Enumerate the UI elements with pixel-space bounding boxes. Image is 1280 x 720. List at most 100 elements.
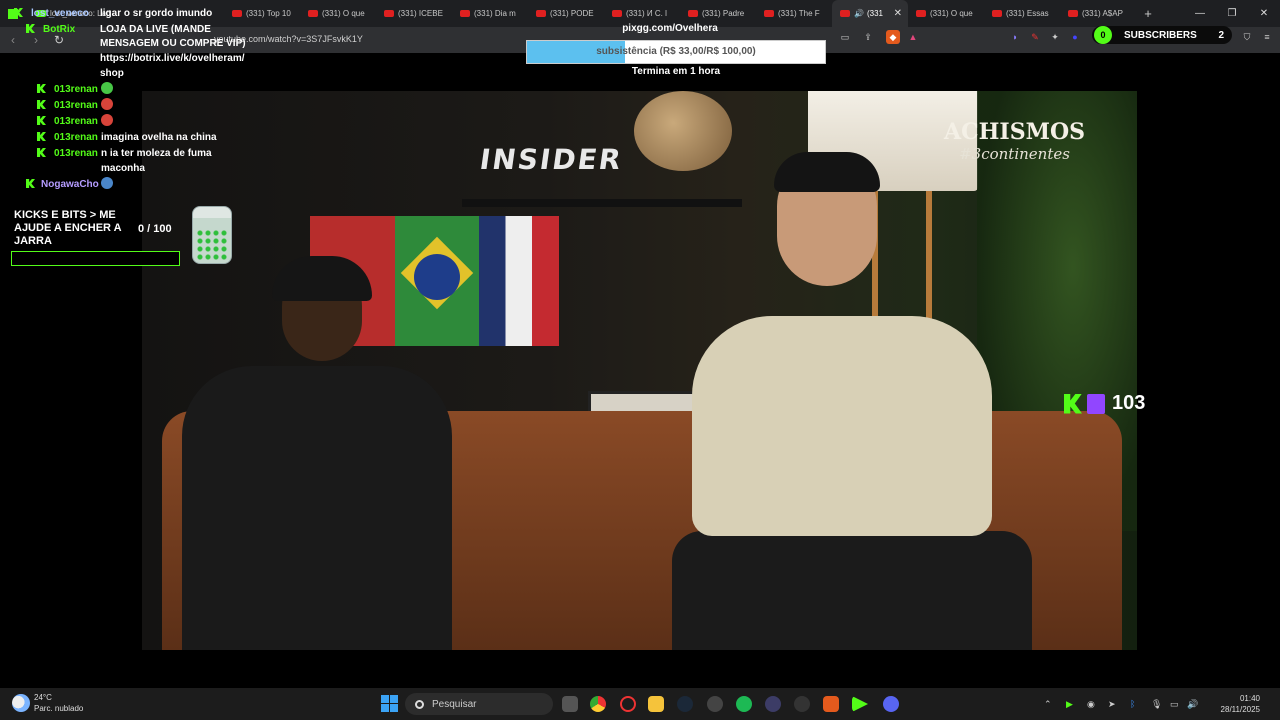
discord-icon[interactable] [883,696,899,712]
wallet-icon[interactable]: ⛉ [1240,30,1254,44]
tab-label: (331) A$AP [1082,9,1123,18]
tab[interactable]: (331) O que [908,0,984,27]
task-view-icon[interactable] [562,696,578,712]
extension-icon[interactable]: ◗ [1008,30,1022,44]
tab[interactable]: (331) Dia m [452,0,528,27]
file-explorer-icon[interactable] [648,696,664,712]
brave-icon[interactable] [823,696,839,712]
kick-badge-icon [37,84,46,93]
brave-rewards-icon[interactable]: ▲ [906,30,920,44]
donation-link[interactable]: pixgg.com/Ovelhera [580,23,760,34]
show-title: ACHISMOS [944,119,1085,145]
chat-message: 013renan [37,114,98,130]
app-icon[interactable] [707,696,723,712]
insider-logo: INSIDER [477,143,625,176]
chrome-icon[interactable] [590,696,606,712]
tab[interactable]: (331) Essas [984,0,1060,27]
search-icon [415,699,424,709]
chat-message: 013renan [37,98,98,114]
window-controls: — ❐ ✕ [1184,0,1280,27]
tab-label: (331) O que [930,9,973,18]
kick-icon [1064,393,1082,414]
network-icon[interactable]: ▭ [1170,699,1179,710]
tab-label: (331) Dia m [474,9,516,18]
app-icon[interactable] [765,696,781,712]
chat-link[interactable]: https://botrix.live/k/ovelheram/ [100,51,244,67]
person-right [662,152,1042,650]
extension-icon[interactable]: ✦ [1048,30,1062,44]
spotify-icon[interactable] [736,696,752,712]
emote-icon [101,98,113,110]
tab-active[interactable]: 🔊 (331 ✕ [832,0,908,27]
cast-icon[interactable]: ▭ [838,30,852,44]
close-tab-icon[interactable]: ✕ [894,8,902,19]
volume-icon[interactable]: 🔊 [1187,699,1198,710]
chat-user: 013renan [54,84,98,95]
kick-badge-icon [14,8,23,17]
weather-widget[interactable]: 24°C Parc. nublado [12,692,83,714]
tab[interactable]: (331) Top 10 [224,0,300,27]
chat-user: lost_veneco [31,8,89,19]
extension-icon[interactable]: ● [1068,30,1082,44]
kick-badge-icon [37,132,46,141]
kick-badge-icon [26,179,35,188]
windows-start-icon[interactable] [381,695,398,712]
tab-label: (331) O que [322,9,365,18]
tab-label: (331) И С. l [626,9,667,18]
chat-text: imagina ovelha na china [101,132,217,143]
minimize-button[interactable]: — [1184,0,1216,27]
chat-text: shop [100,68,124,79]
close-window-button[interactable]: ✕ [1248,0,1280,27]
microphone-icon[interactable]: 🎙 [1151,699,1162,710]
clock-time: 01:40 [1239,694,1260,703]
tab[interactable]: (331) The F [756,0,832,27]
chat-message: BotRix [26,22,76,38]
tray-app-icon[interactable]: ➤ [1108,699,1116,710]
tab-label: (331) Top 10 [246,9,291,18]
extension-icon[interactable]: ✎ [1028,30,1042,44]
donation-goal-bar: subsistência (R$ 33,00/R$ 100,00) [526,40,826,64]
person-left [182,256,452,650]
bluetooth-icon[interactable]: ᛒ [1130,699,1135,709]
video-player[interactable]: INSIDER ACHISMOS #3continentes [142,91,1137,650]
chat-message: NogawaCho [26,177,99,193]
youtube-icon [764,10,774,17]
tab[interactable]: (331) ICEBE [376,0,452,27]
show-logo: ACHISMOS #3continentes [944,119,1085,163]
opera-icon[interactable] [620,696,636,712]
youtube-icon [232,10,242,17]
goal-label: subsistência (R$ 33,00/R$ 100,00) [596,46,756,57]
tray-chevron-icon[interactable]: ⌃ [1044,699,1052,710]
chat-emote [101,82,113,98]
tray-kick-icon[interactable]: ▶ [1066,699,1073,710]
kick-badge-icon [37,100,46,109]
chat-user: 013renan [54,100,98,111]
kick-badge-icon [37,116,46,125]
tab[interactable]: (331) A$AP [1060,0,1136,27]
chat-user: BotRix [43,24,76,35]
tab[interactable]: (331) O que [300,0,376,27]
youtube-icon [384,10,394,17]
chat-message: 013renan [37,82,98,98]
tray-app-icon[interactable]: ◉ [1087,699,1095,710]
menu-icon[interactable]: ≡ [1260,30,1274,44]
chat-user: NogawaCho [41,179,99,190]
steam-icon[interactable] [677,696,693,712]
youtube-icon [916,10,926,17]
weather-icon [12,694,30,712]
new-tab-button[interactable]: + [1136,6,1160,21]
goal-ends: Termina em 1 hora [631,66,721,77]
kick-app-icon[interactable] [852,696,868,712]
kick-badge-icon [37,148,46,157]
chat-user: 013renan [54,116,98,127]
app-icon[interactable] [794,696,810,712]
share-icon[interactable]: ⇪ [861,30,875,44]
brave-shield-icon[interactable]: ◆ [886,30,900,44]
youtube-icon [308,10,318,17]
back-icon[interactable]: ‹ [3,30,23,50]
clock[interactable]: 01:40 28/11/2025 [1204,693,1260,715]
taskbar-search[interactable]: Pesquisar [405,693,553,715]
emote-icon [101,114,113,126]
maximize-button[interactable]: ❐ [1216,0,1248,27]
chat-text: MENSAGEM OU COMPRE VIP) [100,38,246,49]
